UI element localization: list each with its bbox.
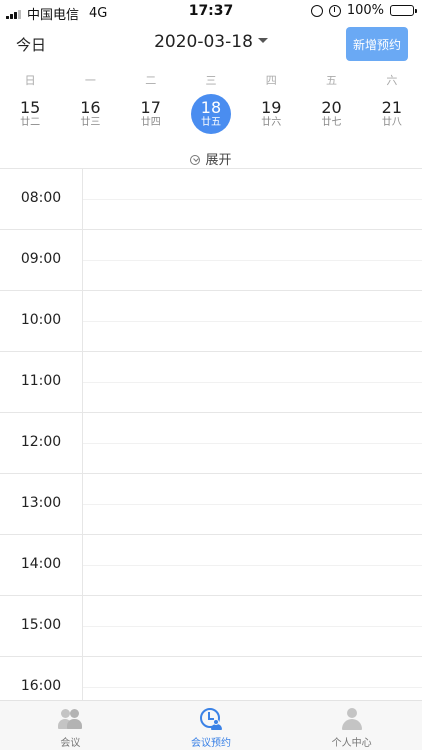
weekday-label: 一 bbox=[84, 74, 96, 87]
rotation-lock-icon bbox=[310, 4, 323, 17]
alarm-icon bbox=[328, 4, 341, 17]
weekday-label: 三 bbox=[205, 74, 217, 87]
expand-toggle[interactable]: 展开 bbox=[0, 149, 422, 168]
day-number: 16 bbox=[80, 98, 101, 117]
lunar-date: 廿四 bbox=[140, 117, 161, 128]
lunar-date: 廿三 bbox=[80, 117, 101, 128]
tab-meetings[interactable]: 会议 bbox=[0, 701, 141, 750]
hour-row[interactable]: 15:00 bbox=[0, 596, 422, 657]
hour-label: 14:00 bbox=[20, 556, 62, 572]
tab-label: 个人中心 bbox=[331, 738, 372, 749]
weekday-label: 四 bbox=[265, 74, 277, 87]
time-column-divider bbox=[82, 169, 83, 700]
hour-label: 11:00 bbox=[20, 373, 62, 389]
hour-label: 09:00 bbox=[20, 251, 62, 267]
day-number: 20 bbox=[321, 98, 342, 117]
expand-label: 展开 bbox=[205, 153, 232, 168]
tab-profile[interactable]: 个人中心 bbox=[281, 701, 422, 750]
hour-row[interactable]: 14:00 bbox=[0, 535, 422, 596]
lunar-date: 廿二 bbox=[20, 117, 41, 128]
week-days: 15 廿二 16 廿三 17 廿四 18 廿五 19 廿六 20 廿七 21 廿… bbox=[0, 94, 422, 134]
day-number: 17 bbox=[140, 98, 161, 117]
booking-clock-icon bbox=[198, 707, 224, 731]
day-number: 21 bbox=[381, 98, 402, 117]
status-right: 100% bbox=[310, 3, 417, 18]
hour-row[interactable]: 11:00 bbox=[0, 352, 422, 413]
hour-label: 13:00 bbox=[20, 495, 62, 511]
day-cell[interactable]: 16 廿三 bbox=[60, 94, 120, 134]
weekday-label: 六 bbox=[386, 74, 398, 87]
tab-bar: 会议 会议预约 个人中心 bbox=[0, 700, 422, 750]
new-booking-button[interactable]: 新增预约 bbox=[346, 27, 408, 61]
tab-label: 会议预约 bbox=[191, 738, 231, 749]
lunar-date: 廿六 bbox=[261, 117, 282, 128]
day-number: 15 bbox=[19, 98, 41, 117]
day-cell-selected[interactable]: 18 廿五 bbox=[181, 94, 241, 134]
calendar-header: 今日 2020-03-18 新增预约 bbox=[0, 22, 422, 68]
status-bar: 中国电信 4G 17:37 100% bbox=[0, 0, 422, 23]
day-cell[interactable]: 15 廿二 bbox=[0, 94, 60, 134]
hour-label: 10:00 bbox=[20, 312, 62, 328]
caret-down-icon bbox=[257, 37, 268, 43]
lunar-date: 廿七 bbox=[321, 117, 342, 128]
day-number: 19 bbox=[261, 98, 282, 117]
weekday-label: 二 bbox=[145, 74, 157, 87]
hour-row[interactable]: 16:00 bbox=[0, 657, 422, 700]
hour-row[interactable]: 13:00 bbox=[0, 474, 422, 535]
hour-row[interactable]: 09:00 bbox=[0, 230, 422, 291]
weekday-label: 五 bbox=[326, 74, 338, 87]
hour-label: 16:00 bbox=[20, 678, 62, 694]
current-date: 2020-03-18 bbox=[154, 32, 253, 52]
meeting-icon bbox=[57, 707, 83, 731]
day-number: 18 bbox=[200, 98, 222, 117]
timeline[interactable]: 08:00 09:00 10:00 11:00 12:00 13:00 14:0… bbox=[0, 168, 422, 700]
tab-label: 会议 bbox=[60, 738, 81, 749]
hour-row[interactable]: 12:00 bbox=[0, 413, 422, 474]
day-cell[interactable]: 20 廿七 bbox=[301, 94, 361, 134]
hour-row[interactable]: 10:00 bbox=[0, 291, 422, 352]
chevron-down-circle-icon bbox=[190, 154, 201, 165]
profile-icon bbox=[339, 707, 365, 731]
battery-percent: 100% bbox=[346, 3, 384, 18]
day-cell[interactable]: 19 廿六 bbox=[241, 94, 301, 134]
tab-booking[interactable]: 会议预约 bbox=[141, 701, 282, 750]
day-cell[interactable]: 17 廿四 bbox=[121, 94, 181, 134]
hour-label: 08:00 bbox=[20, 190, 62, 206]
hour-label: 12:00 bbox=[20, 434, 62, 450]
weekday-labels: 日 一 二 三 四 五 六 bbox=[0, 72, 422, 88]
lunar-date: 廿八 bbox=[381, 117, 402, 128]
hour-label: 15:00 bbox=[20, 617, 62, 633]
battery-icon bbox=[390, 5, 417, 16]
day-cell[interactable]: 21 廿八 bbox=[362, 94, 422, 134]
weekday-label: 日 bbox=[24, 74, 36, 87]
lunar-date: 廿五 bbox=[200, 117, 221, 128]
hour-row[interactable]: 08:00 bbox=[0, 169, 422, 230]
